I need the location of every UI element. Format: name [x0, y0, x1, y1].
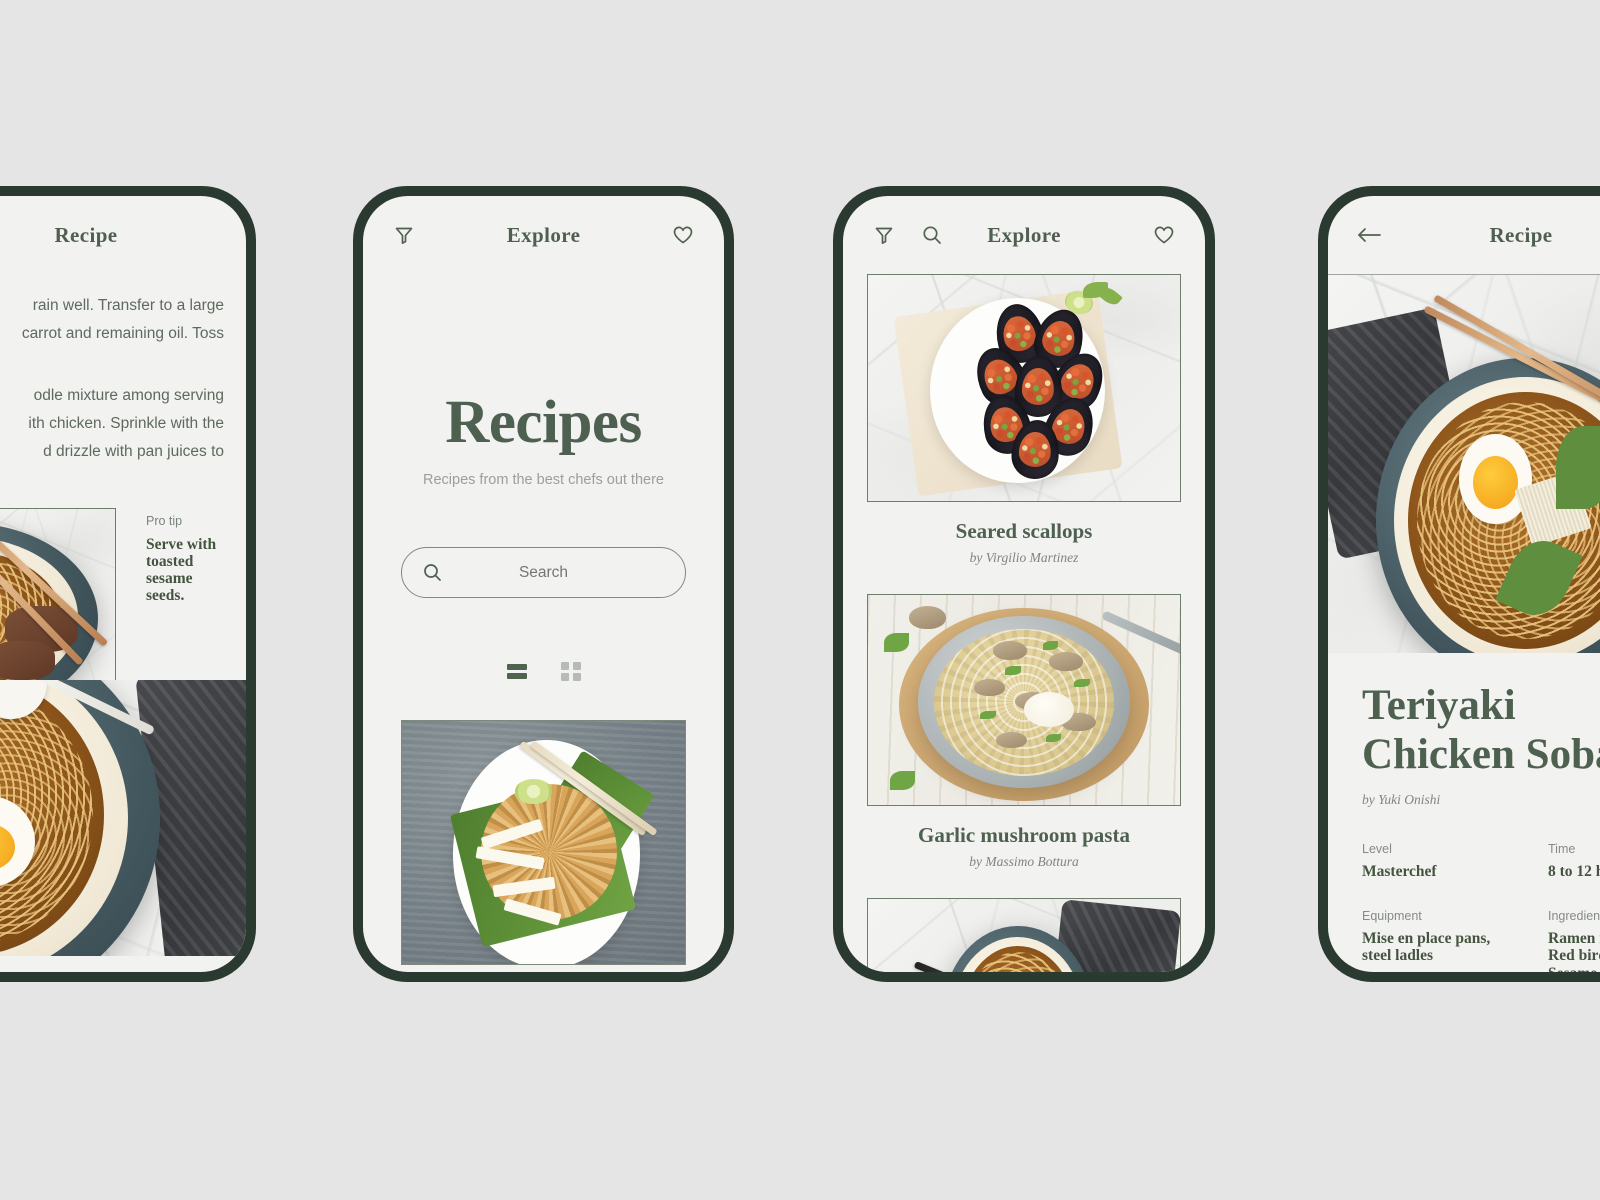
recipe-card-title: Garlic mushroom pasta	[918, 823, 1130, 847]
explore-hero: Recipes Recipes from the best chefs out …	[363, 392, 724, 488]
photo-parsley	[1042, 641, 1059, 650]
phone-mockup-explore-landing: Explore Recipes Recipes from the best ch…	[353, 186, 734, 982]
photo-mushroom	[1048, 651, 1084, 671]
heart-icon[interactable]	[1149, 220, 1179, 250]
meta-value: Mise en place pans, steel ladles	[1362, 929, 1491, 965]
photo-beef	[0, 641, 56, 680]
photo-mushroom	[974, 679, 1006, 696]
photo-cream	[1024, 691, 1074, 728]
recipe-card-author: by Massimo Bottura	[969, 854, 1079, 869]
recipe-feed: Seared scallops by Virgilio Martinez Gar…	[843, 274, 1205, 972]
phone3-header: Explore	[843, 196, 1205, 274]
photo-parsley	[1005, 666, 1021, 675]
phone1-screen: Recipe rain well. Transfer to a large ca…	[0, 196, 246, 972]
arrow-left-icon[interactable]	[1354, 220, 1384, 250]
meta-label: Level	[1362, 842, 1392, 856]
recipe-title-line: Chicken Soba	[1362, 731, 1600, 778]
recipe-author: by Yuki Onishi	[1362, 792, 1441, 807]
recipe-card-title: Seared scallops	[955, 519, 1093, 543]
phone-mockup-recipe-steps: Recipe rain well. Transfer to a large ca…	[0, 186, 256, 982]
photo-bokchoy	[1556, 426, 1600, 510]
recipe-card-photo-scallops	[867, 274, 1181, 502]
meta-item-time: Time 8 to 12 h	[1548, 842, 1600, 881]
photo-lime	[515, 779, 552, 804]
meta-value: Ramen noodles Red bird chili Sesame seed…	[1548, 929, 1600, 973]
recipe-card-photo-pasta	[867, 594, 1181, 806]
pro-tip-block: Pro tip Serve with toasted sesame seeds.	[0, 508, 224, 684]
recipe-detail-body: Teriyaki Chicken Soba by Yuki Onishi Lev…	[1328, 653, 1600, 972]
phone2-header: Explore	[363, 196, 724, 274]
meta-label: Equipment	[1362, 908, 1422, 923]
screenshot-stage: Recipe rain well. Transfer to a large ca…	[0, 0, 1600, 1200]
recipe-card[interactable]: Garlic mushroom pasta by Massimo Bottura	[867, 594, 1181, 870]
phone-mockup-explore-feed: Explore Seared scallops by Virgilio Mart…	[833, 186, 1215, 982]
recipe-step-line: carrot and remaining oil. Toss	[21, 325, 224, 342]
recipe-hero-photo	[0, 680, 246, 956]
phone1-header-title: Recipe	[54, 222, 118, 247]
phone1-header: Recipe	[0, 196, 246, 274]
meta-value: Masterchef	[1362, 863, 1437, 880]
photo-mushroom	[908, 605, 946, 629]
grid-view-icon[interactable]	[558, 658, 584, 684]
recipe-card-photo-ramen	[867, 898, 1181, 972]
featured-photo-padthai[interactable]	[401, 720, 686, 965]
recipe-step-line: ith chicken. Sprinkle with the	[28, 415, 224, 432]
page-title: Recipes	[445, 389, 642, 456]
meta-label: Ingredients	[1548, 908, 1600, 923]
search-input[interactable]	[402, 563, 685, 582]
pro-tip-value: Serve with toasted sesame seeds.	[146, 536, 217, 604]
pro-tip-text: Pro tip Serve with toasted sesame seeds.	[146, 508, 224, 604]
recipe-card-author: by Virgilio Martinez	[969, 550, 1079, 565]
view-toggle-group	[363, 658, 724, 684]
recipe-card[interactable]	[867, 898, 1181, 972]
recipe-card[interactable]: Seared scallops by Virgilio Martinez	[867, 274, 1181, 566]
photo-parsley	[889, 771, 915, 791]
search-bar[interactable]	[401, 547, 686, 598]
meta-item-ingredients: Ingredients Ramen noodles Red bird chili…	[1548, 909, 1600, 973]
page-subtitle: Recipes from the best chefs out there	[423, 472, 664, 488]
phone2-screen: Explore Recipes Recipes from the best ch…	[363, 196, 724, 972]
pro-tip-photo	[0, 508, 116, 684]
recipe-step-line: d drizzle with pan juices to	[43, 443, 224, 460]
pro-tip-label: Pro tip	[146, 514, 183, 528]
recipe-title-line: Teriyaki	[1362, 682, 1516, 729]
meta-item-level: Level Masterchef	[1362, 842, 1548, 881]
search-icon[interactable]	[917, 220, 947, 250]
recipe-step-line: odle mixture among serving	[33, 387, 224, 404]
phone3-screen: Explore Seared scallops by Virgilio Mart…	[843, 196, 1205, 972]
phone4-header: Recipe	[1328, 196, 1600, 274]
list-view-icon[interactable]	[504, 658, 530, 684]
photo-mushroom	[992, 641, 1028, 661]
phone-mockup-recipe-detail: Recipe Teriyaki Chicken Soba by Yuki Oni…	[1318, 186, 1600, 982]
recipe-meta-grid: Level Masterchef Time 8 to 12 h Equipmen…	[1362, 842, 1600, 972]
photo-mushroom	[995, 731, 1028, 749]
filter-icon[interactable]	[869, 220, 899, 250]
filter-icon[interactable]	[389, 220, 419, 250]
meta-value: 8 to 12 h	[1548, 863, 1600, 880]
recipe-step-line: rain well. Transfer to a large	[32, 297, 224, 314]
phone4-screen: Recipe Teriyaki Chicken Soba by Yuki Oni…	[1328, 196, 1600, 972]
photo-parsley	[883, 632, 909, 652]
meta-label: Time	[1548, 842, 1576, 856]
photo-parsley	[980, 710, 996, 719]
meta-item-equipment: Equipment Mise en place pans, steel ladl…	[1362, 909, 1548, 973]
recipe-hero-photo	[1328, 275, 1600, 653]
phone1-content: rain well. Transfer to a large carrot an…	[0, 274, 246, 684]
heart-icon[interactable]	[668, 220, 698, 250]
